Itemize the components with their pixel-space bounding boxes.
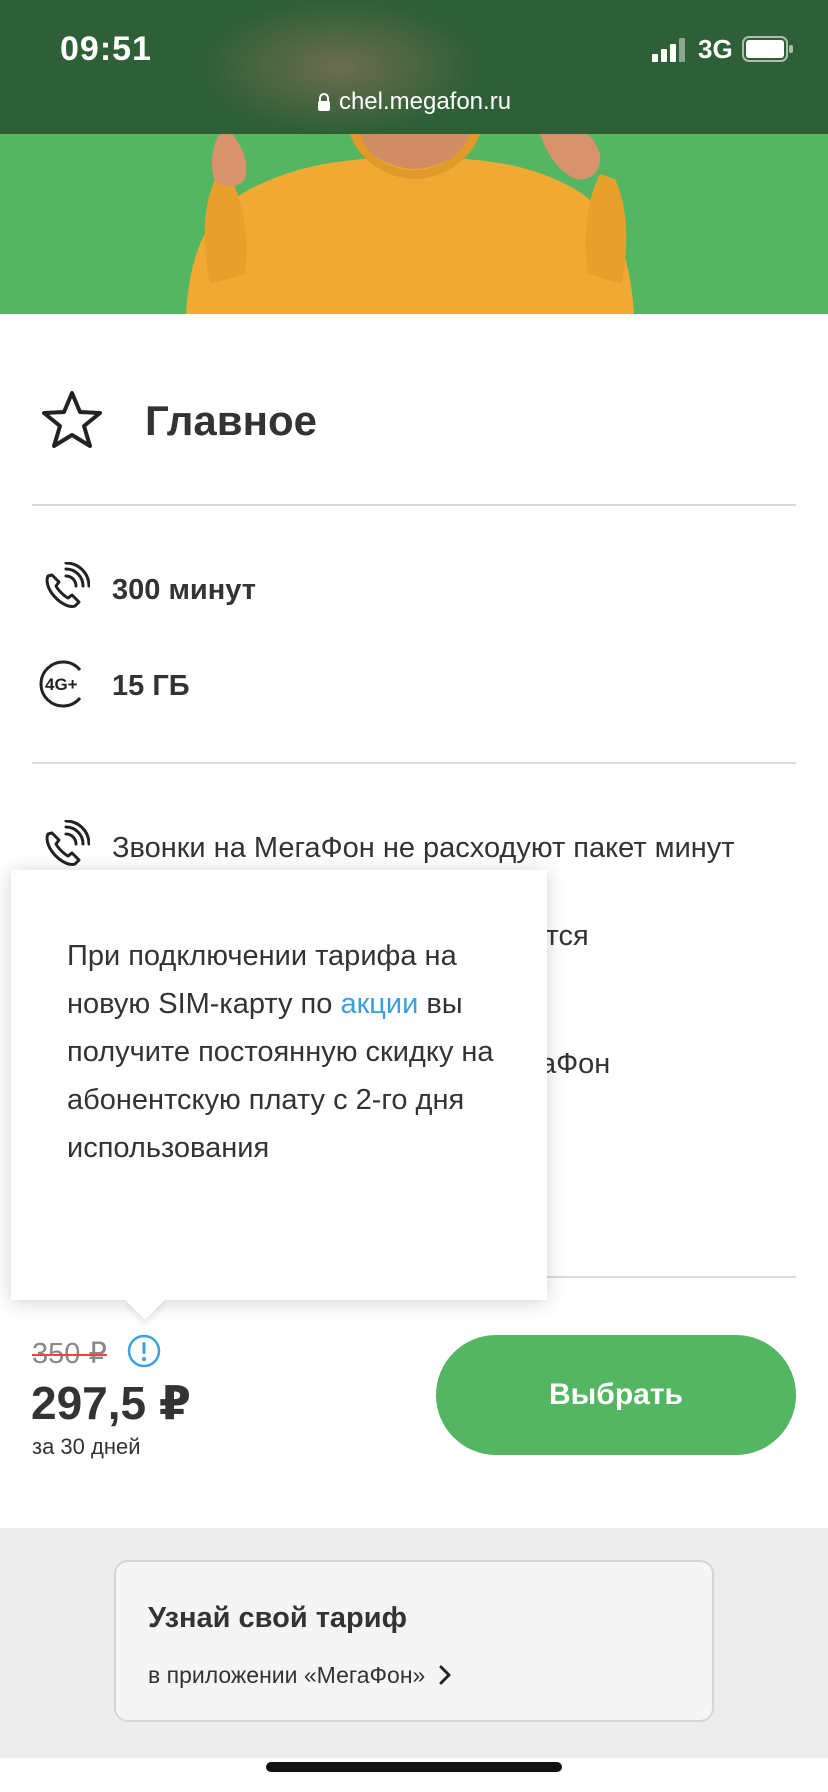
tooltip-arrow	[125, 1280, 165, 1320]
star-outline-icon	[42, 391, 102, 448]
hero-banner	[0, 134, 828, 314]
phone-call-icon	[45, 820, 90, 866]
lock-icon	[317, 93, 330, 111]
section-title: Главное	[145, 397, 317, 444]
option-calls-text: Звонки на МегаФон не расходуют пакет мин…	[112, 832, 735, 864]
current-price: 297,5 ₽	[31, 1377, 191, 1429]
promo-link[interactable]: акции	[340, 988, 418, 1020]
promo-app-link[interactable]: в приложении «МегаФон»	[148, 1662, 451, 1689]
promo-title: Узнай свой тариф	[148, 1602, 407, 1634]
divider	[32, 504, 796, 506]
price-period: за 30 дней	[32, 1434, 141, 1459]
discount-tooltip: При подключении тарифа на новую SIM-карт…	[11, 870, 547, 1320]
home-indicator[interactable]	[266, 1762, 562, 1772]
chevron-right-icon	[439, 1665, 451, 1685]
svg-text:4G+: 4G+	[45, 675, 78, 694]
phone-call-icon	[45, 562, 90, 608]
address-bar[interactable]: chel.megafon.ru	[0, 88, 828, 116]
signal-bars-icon	[652, 38, 685, 62]
status-bar: 09:51 3G chel.megafon.ru	[0, 0, 828, 134]
feature-minutes-text: 300 минут	[112, 574, 256, 606]
status-time: 09:51	[60, 30, 152, 68]
select-tariff-button[interactable]: Выбрать	[436, 1335, 796, 1455]
4g-plus-icon: 4G+	[39, 660, 82, 708]
info-icon[interactable]	[127, 1334, 161, 1368]
feature-internet-text: 15 ГБ	[112, 670, 190, 702]
hero-person-image	[186, 134, 634, 314]
network-type: 3G	[698, 34, 733, 64]
old-price: 350 ₽	[32, 1338, 107, 1370]
tooltip-text: При подключении тарифа на новую SIM-карт…	[67, 932, 527, 1172]
url-text: chel.megafon.ru	[338, 88, 512, 115]
battery-icon	[742, 36, 793, 62]
divider	[32, 762, 796, 764]
app-promo-card[interactable]: Узнай свой тариф в приложении «МегаФон»	[114, 1560, 714, 1722]
promo-link-text: в приложении «МегаФон»	[148, 1662, 426, 1688]
